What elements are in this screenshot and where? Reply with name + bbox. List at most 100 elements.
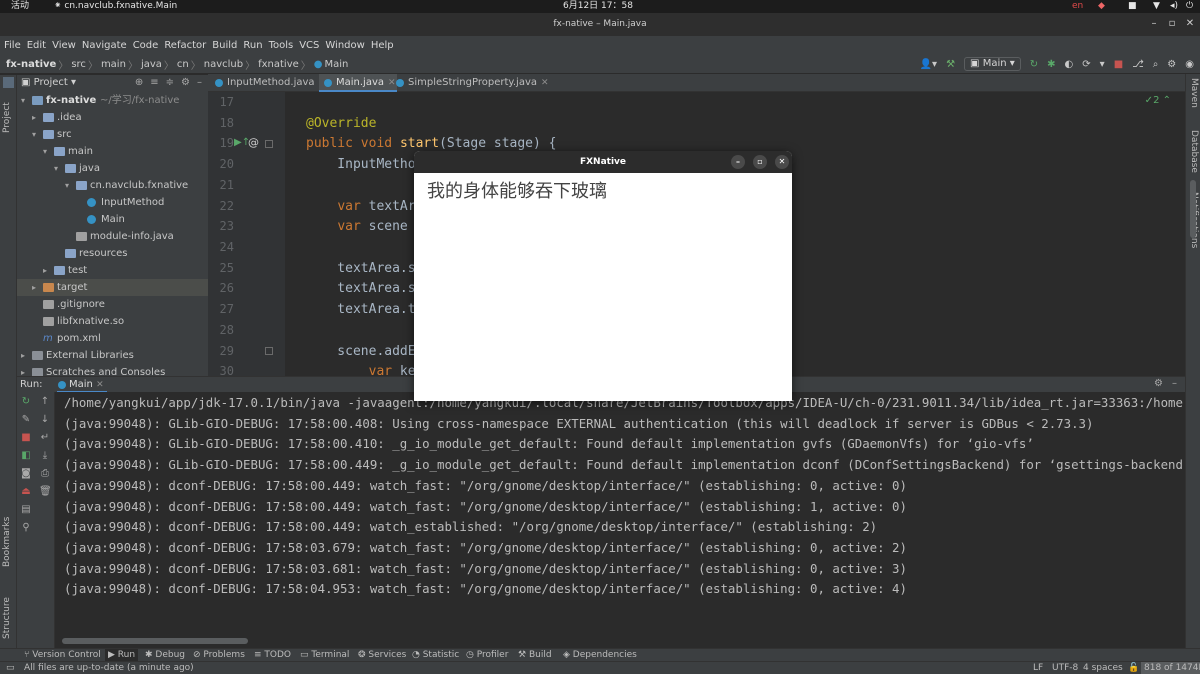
bookmarks-tool-tab[interactable]: Bookmarks: [2, 517, 12, 567]
tool-terminal[interactable]: ▭ Terminal: [300, 649, 349, 661]
chevron-down-icon[interactable]: ▾: [32, 126, 42, 143]
camera-icon[interactable]: ◙: [20, 468, 32, 480]
memory-indicator[interactable]: 818 of 1474M: [1141, 662, 1200, 674]
expand-all-icon[interactable]: ≑: [166, 77, 174, 88]
git-icon[interactable]: ⎇: [1132, 59, 1144, 70]
exit-icon[interactable]: ⏏: [20, 486, 32, 498]
breadcrumb-main-class[interactable]: Main: [325, 59, 349, 70]
tree-item[interactable]: ▸ target: [17, 279, 208, 296]
override-gutter-icon[interactable]: @: [248, 136, 259, 149]
options-icon[interactable]: ⚙: [181, 77, 190, 88]
activities-button[interactable]: 活动: [11, 0, 29, 13]
chevron-right-icon[interactable]: ▸: [21, 347, 31, 364]
chevron-down-icon[interactable]: ▾: [54, 160, 64, 177]
chevron-right-icon[interactable]: ▸: [21, 364, 31, 376]
run-config-dropdown[interactable]: ▣ Main ▾: [964, 57, 1021, 71]
tab-close-icon[interactable]: ✕: [541, 78, 549, 88]
lock-icon[interactable]: 🔓: [1128, 662, 1139, 674]
tree-item[interactable]: ▾ src: [17, 126, 208, 143]
settings-icon[interactable]: ⚙: [1167, 59, 1176, 70]
stop-icon[interactable]: ■: [20, 432, 32, 444]
input-method-indicator[interactable]: en: [1072, 0, 1083, 13]
breadcrumb-project[interactable]: fx-native: [6, 59, 56, 70]
profile-icon[interactable]: ⟳: [1082, 59, 1090, 70]
breadcrumb-main[interactable]: main: [101, 59, 126, 70]
app-tray-icon[interactable]: ◆: [1098, 0, 1105, 13]
tool-build[interactable]: ⚒ Build: [518, 649, 552, 661]
run-settings-icon[interactable]: ⚙: [1154, 378, 1163, 389]
tree-item[interactable]: ▾ fx-native ~/学习/fx-native: [17, 92, 208, 109]
chevron-right-icon[interactable]: ▸: [32, 279, 42, 296]
search-icon[interactable]: ⌕: [1153, 59, 1159, 70]
status-message[interactable]: All files are up-to-date (a minute ago): [24, 662, 194, 674]
tray-icon[interactable]: ■: [1128, 0, 1137, 13]
volume-icon[interactable]: ◂): [1170, 0, 1178, 13]
line-separator[interactable]: LF: [1033, 662, 1043, 674]
menu-view[interactable]: View: [52, 40, 76, 51]
user-icon[interactable]: 👤▾: [920, 59, 937, 70]
tab-main[interactable]: Main.java ✕: [319, 74, 397, 92]
menu-vcs[interactable]: VCS: [299, 40, 319, 51]
tree-item[interactable]: resources: [17, 245, 208, 262]
chevron-right-icon[interactable]: ▸: [43, 262, 53, 279]
debug-icon[interactable]: ✱: [1047, 59, 1055, 70]
fold-icon[interactable]: [265, 140, 273, 148]
more-run-icon[interactable]: ▾: [1100, 59, 1105, 70]
breadcrumb-src[interactable]: src: [71, 59, 86, 70]
tree-item[interactable]: m pom.xml: [17, 330, 208, 347]
fold-icon[interactable]: [265, 347, 273, 355]
indent-setting[interactable]: 4 spaces: [1083, 662, 1123, 674]
file-encoding[interactable]: UTF-8: [1052, 662, 1078, 674]
breadcrumb-java[interactable]: java: [141, 59, 162, 70]
structure-tool-tab[interactable]: Structure: [2, 597, 12, 639]
inspection-widget[interactable]: ✓2 ⌃: [1145, 95, 1171, 106]
minimize-icon[interactable]: –: [1147, 17, 1161, 31]
breadcrumb-navclub[interactable]: navclub: [204, 59, 243, 70]
minimize-icon[interactable]: –: [731, 155, 745, 169]
menu-refactor[interactable]: Refactor: [164, 40, 206, 51]
tool-todo[interactable]: ≡ TODO: [254, 649, 291, 661]
stop-icon[interactable]: ■: [1114, 59, 1123, 70]
rerun-icon[interactable]: ↻: [1030, 59, 1038, 70]
tree-item[interactable]: ▸ External Libraries: [17, 347, 208, 364]
wrench-icon[interactable]: ✎: [20, 414, 32, 426]
tool-dependencies[interactable]: ◈ Dependencies: [563, 649, 637, 661]
wifi-icon[interactable]: ▼: [1153, 0, 1160, 13]
menu-run[interactable]: Run: [243, 40, 262, 51]
run-tab-main[interactable]: Main ✕: [57, 377, 107, 393]
menu-build[interactable]: Build: [212, 40, 237, 51]
tool-profiler[interactable]: ◷ Profiler: [466, 649, 508, 661]
status-icon[interactable]: ▭: [6, 662, 15, 674]
maven-tool-tab[interactable]: Maven: [1189, 78, 1199, 108]
menu-file[interactable]: File: [4, 40, 21, 51]
editor-scrollbar[interactable]: [1190, 180, 1196, 238]
tree-item[interactable]: ▸ test: [17, 262, 208, 279]
tree-item[interactable]: ▾ main: [17, 143, 208, 160]
console-horizontal-scrollbar[interactable]: [62, 638, 248, 644]
menu-help[interactable]: Help: [371, 40, 394, 51]
clear-icon[interactable]: 🗑: [39, 486, 52, 498]
project-tool-tab[interactable]: Project: [2, 102, 12, 133]
tree-item[interactable]: InputMethod: [17, 194, 208, 211]
chevron-down-icon[interactable]: ▾: [21, 92, 31, 109]
power-icon[interactable]: ⏻: [1186, 0, 1193, 13]
rerun-icon[interactable]: ↻: [20, 396, 32, 408]
locate-icon[interactable]: ⊕: [135, 77, 143, 88]
tree-item[interactable]: ▸ .idea: [17, 109, 208, 126]
chevron-down-icon[interactable]: ▾: [65, 177, 75, 194]
clock[interactable]: 6月12日 17：58: [563, 0, 633, 13]
console-output[interactable]: /home/yangkui/app/jdk-17.0.1/bin/java -j…: [55, 392, 1185, 648]
tree-item[interactable]: ▾ java: [17, 160, 208, 177]
breadcrumb-fxnative[interactable]: fxnative: [258, 59, 299, 70]
menu-window[interactable]: Window: [325, 40, 364, 51]
layout-icon[interactable]: ▤: [20, 504, 32, 516]
maximize-icon[interactable]: ▫: [1165, 17, 1179, 31]
coverage-icon[interactable]: ◐: [1065, 59, 1074, 70]
database-tool-tab[interactable]: Database: [1189, 130, 1199, 173]
hide-icon[interactable]: –: [197, 77, 202, 88]
breadcrumb-cn[interactable]: cn: [177, 59, 189, 70]
tool-services[interactable]: ❂ Services: [358, 649, 406, 661]
pin-icon[interactable]: ⚲: [20, 522, 32, 534]
tree-item[interactable]: .gitignore: [17, 296, 208, 313]
menu-tools[interactable]: Tools: [269, 40, 294, 51]
